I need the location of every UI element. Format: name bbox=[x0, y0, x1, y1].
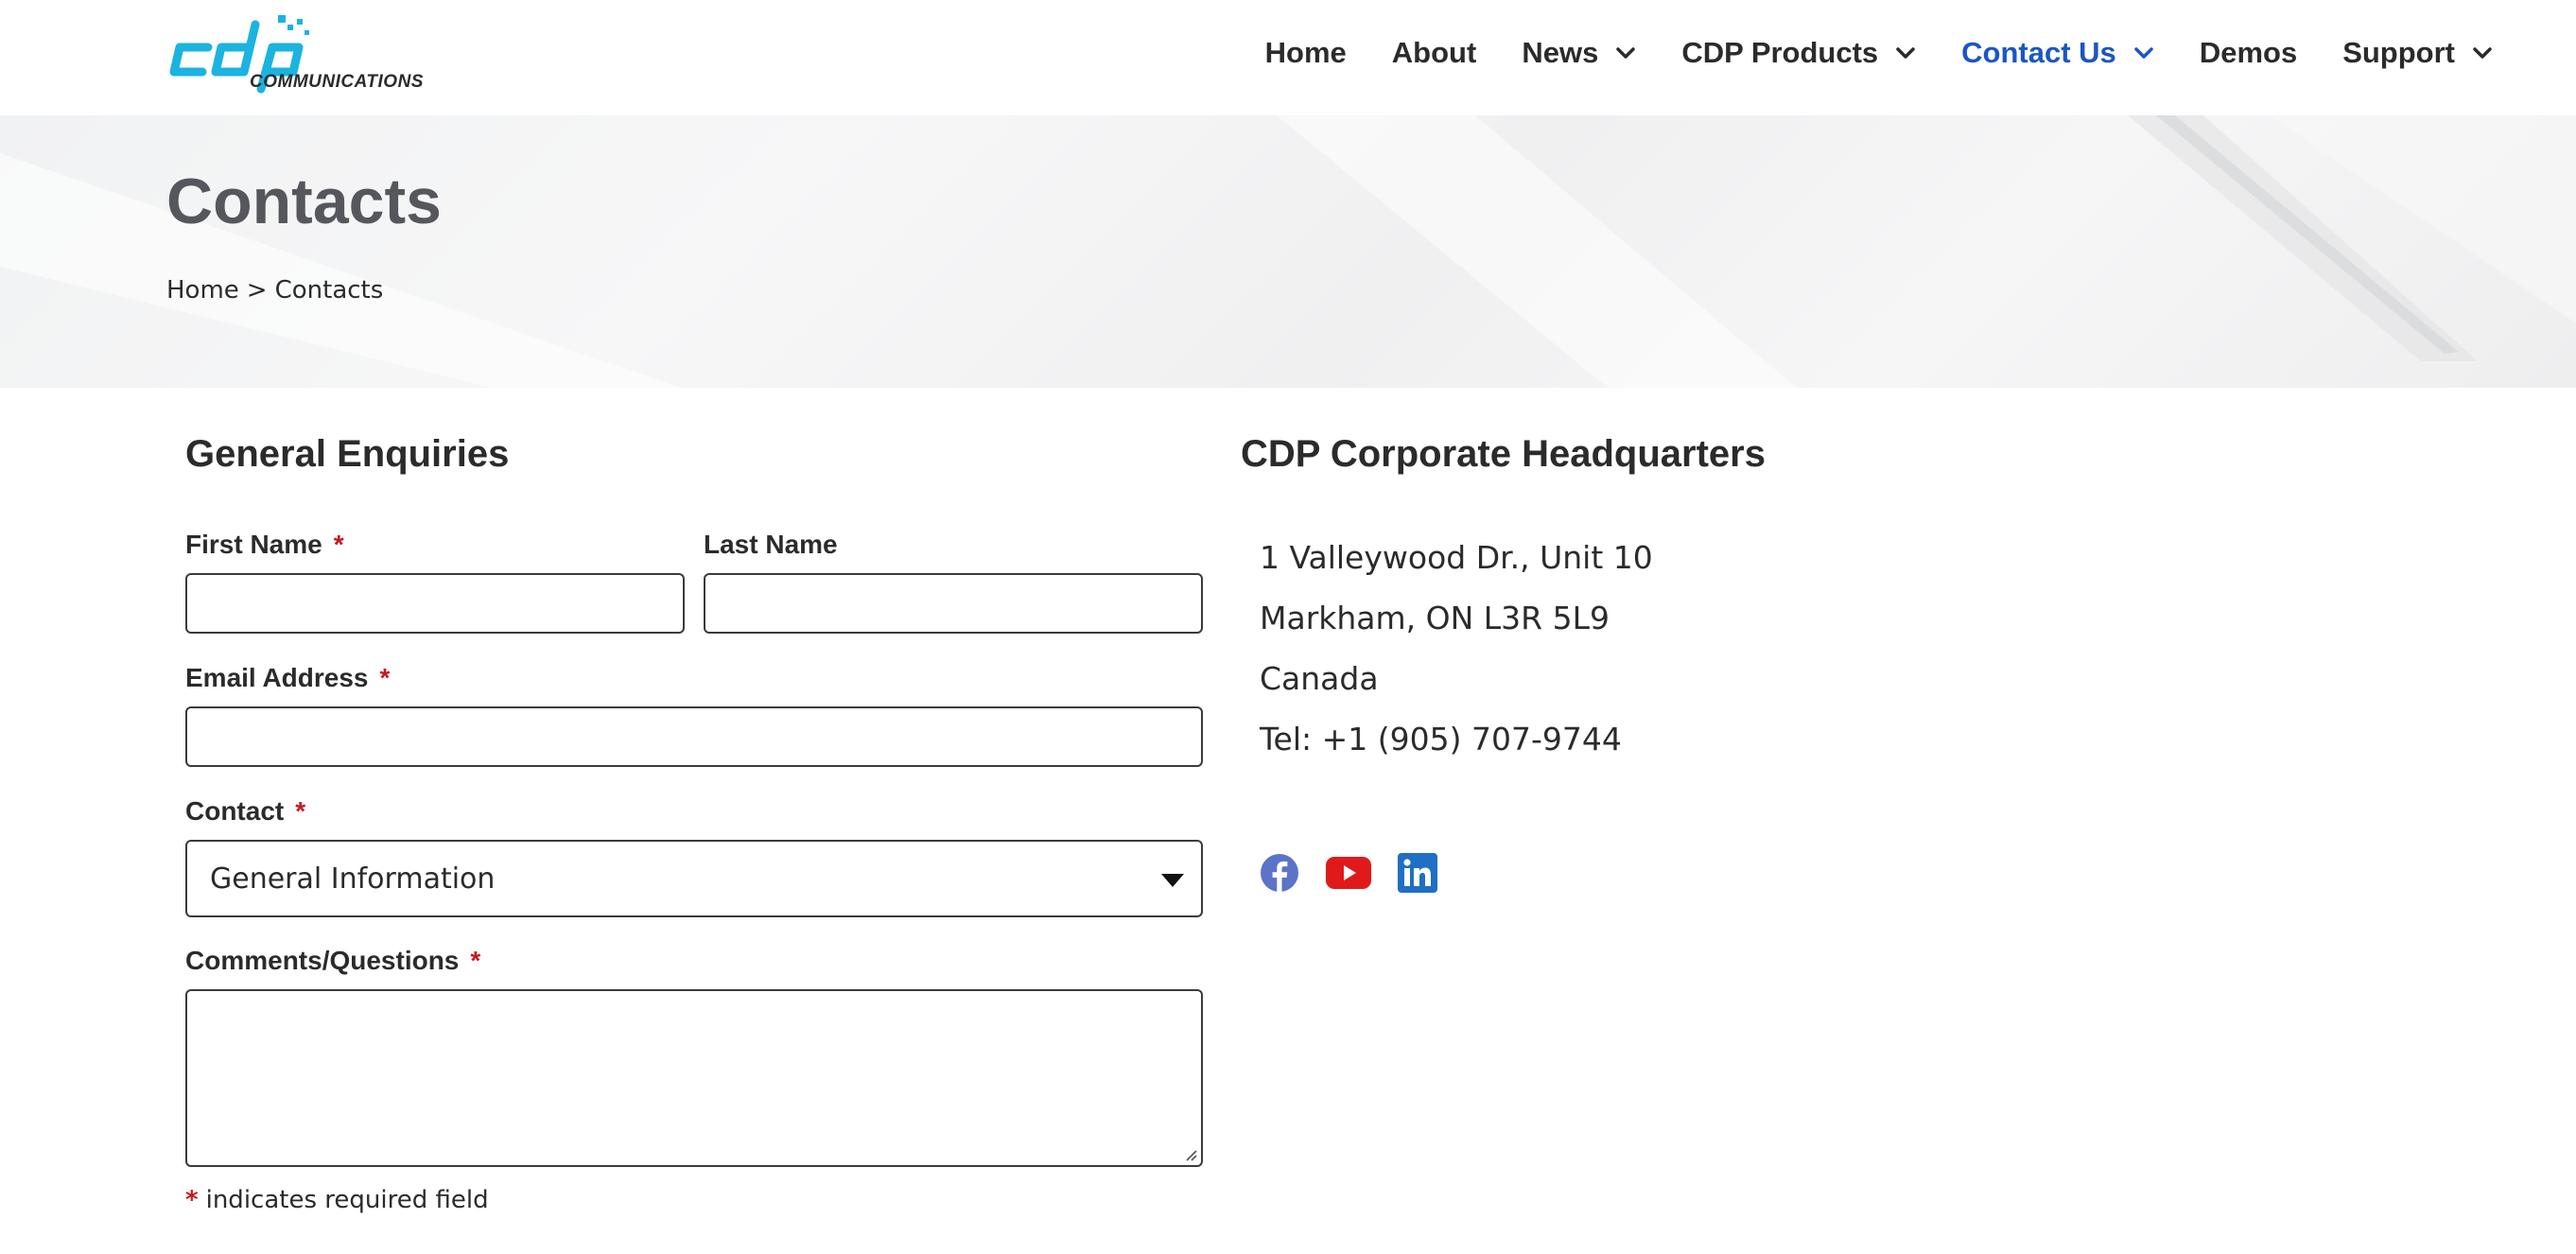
comments-textarea[interactable] bbox=[185, 989, 1203, 1167]
contact-label-text: Contact bbox=[185, 796, 285, 826]
facebook-icon[interactable] bbox=[1260, 853, 1299, 893]
nav-cdp-products-label: CDP Products bbox=[1681, 36, 1879, 69]
nav-support-label: Support bbox=[2342, 36, 2455, 69]
main-nav: Home About News CDP Products Contact Us … bbox=[1220, 28, 2493, 78]
form-heading: General Enquiries bbox=[185, 433, 510, 475]
required-asterisk: * bbox=[379, 663, 391, 692]
headquarters-info: CDP Corporate Headquarters 1 Valleywood … bbox=[1241, 433, 1997, 893]
nav-demos[interactable]: Demos bbox=[2200, 36, 2297, 70]
nav-cdp-products[interactable]: CDP Products bbox=[1681, 36, 1916, 70]
chevron-down-icon bbox=[2134, 47, 2153, 59]
page-banner: Contacts Home > Contacts bbox=[0, 115, 2576, 388]
nav-about-label: About bbox=[1391, 36, 1477, 69]
social-links bbox=[1260, 853, 1464, 893]
nav-news[interactable]: News bbox=[1522, 36, 1636, 70]
last-name-label-text: Last Name bbox=[704, 530, 838, 559]
nav-demos-label: Demos bbox=[2199, 36, 2298, 69]
required-asterisk: * bbox=[295, 796, 306, 826]
address-line-2: Markham, ON L3R 5L9 bbox=[1260, 600, 1610, 636]
required-asterisk: * bbox=[470, 946, 481, 975]
breadcrumb: Home > Contacts bbox=[166, 276, 383, 305]
first-name-label-text: First Name bbox=[185, 530, 322, 559]
chevron-down-icon bbox=[1896, 47, 1915, 59]
nav-support[interactable]: Support bbox=[2342, 36, 2493, 70]
last-name-label: Last Name bbox=[704, 530, 838, 560]
required-asterisk: * bbox=[333, 530, 344, 559]
required-note: * indicates required field bbox=[185, 1186, 489, 1214]
address-line-1: 1 Valleywood Dr., Unit 10 bbox=[1260, 539, 1653, 576]
page-title: Contacts bbox=[166, 165, 442, 237]
site-header: COMMUNICATIONS Home About News CDP Produ… bbox=[0, 0, 2576, 115]
first-name-input[interactable] bbox=[185, 573, 685, 634]
phone-line[interactable]: Tel: +1 (905) 707-9744 bbox=[1260, 721, 1622, 758]
youtube-icon[interactable] bbox=[1326, 857, 1371, 889]
first-name-label: First Name * bbox=[185, 530, 344, 560]
logo-wordmark: COMMUNICATIONS bbox=[250, 72, 424, 92]
contact-select[interactable]: General Information bbox=[185, 840, 1203, 917]
email-label-text: Email Address bbox=[185, 663, 369, 692]
nav-home-label: Home bbox=[1264, 36, 1347, 69]
breadcrumb-current: Contacts bbox=[274, 276, 384, 305]
breadcrumb-separator: > bbox=[246, 276, 268, 305]
required-note-text: indicates required field bbox=[205, 1186, 489, 1214]
comments-label: Comments/Questions * bbox=[185, 946, 480, 976]
email-label: Email Address * bbox=[185, 663, 390, 693]
breadcrumb-home-link[interactable]: Home bbox=[166, 276, 239, 305]
chevron-down-icon bbox=[1616, 47, 1636, 59]
contact-select-value: General Information bbox=[210, 862, 496, 896]
cdp-logo[interactable]: COMMUNICATIONS bbox=[166, 11, 423, 95]
nav-news-label: News bbox=[1522, 36, 1599, 69]
caret-down-icon bbox=[1161, 874, 1184, 887]
nav-contact-us-label: Contact Us bbox=[1961, 36, 2116, 69]
email-input[interactable] bbox=[185, 706, 1203, 767]
hq-heading: CDP Corporate Headquarters bbox=[1241, 433, 1766, 475]
address-line-3: Canada bbox=[1260, 660, 1379, 697]
comments-label-text: Comments/Questions bbox=[185, 946, 460, 975]
required-asterisk: * bbox=[185, 1186, 199, 1214]
chevron-down-icon bbox=[2473, 47, 2492, 59]
nav-contact-us[interactable]: Contact Us bbox=[1961, 36, 2154, 70]
contact-label: Contact * bbox=[185, 796, 305, 827]
last-name-input[interactable] bbox=[704, 573, 1203, 634]
nav-about[interactable]: About bbox=[1392, 36, 1477, 70]
resize-grip-icon[interactable] bbox=[1182, 1146, 1197, 1161]
banner-background bbox=[0, 115, 2576, 388]
linkedin-icon[interactable] bbox=[1398, 853, 1437, 893]
nav-home[interactable]: Home bbox=[1265, 36, 1347, 70]
general-enquiries-form: General Enquiries First Name * Last Name … bbox=[185, 433, 1203, 1214]
